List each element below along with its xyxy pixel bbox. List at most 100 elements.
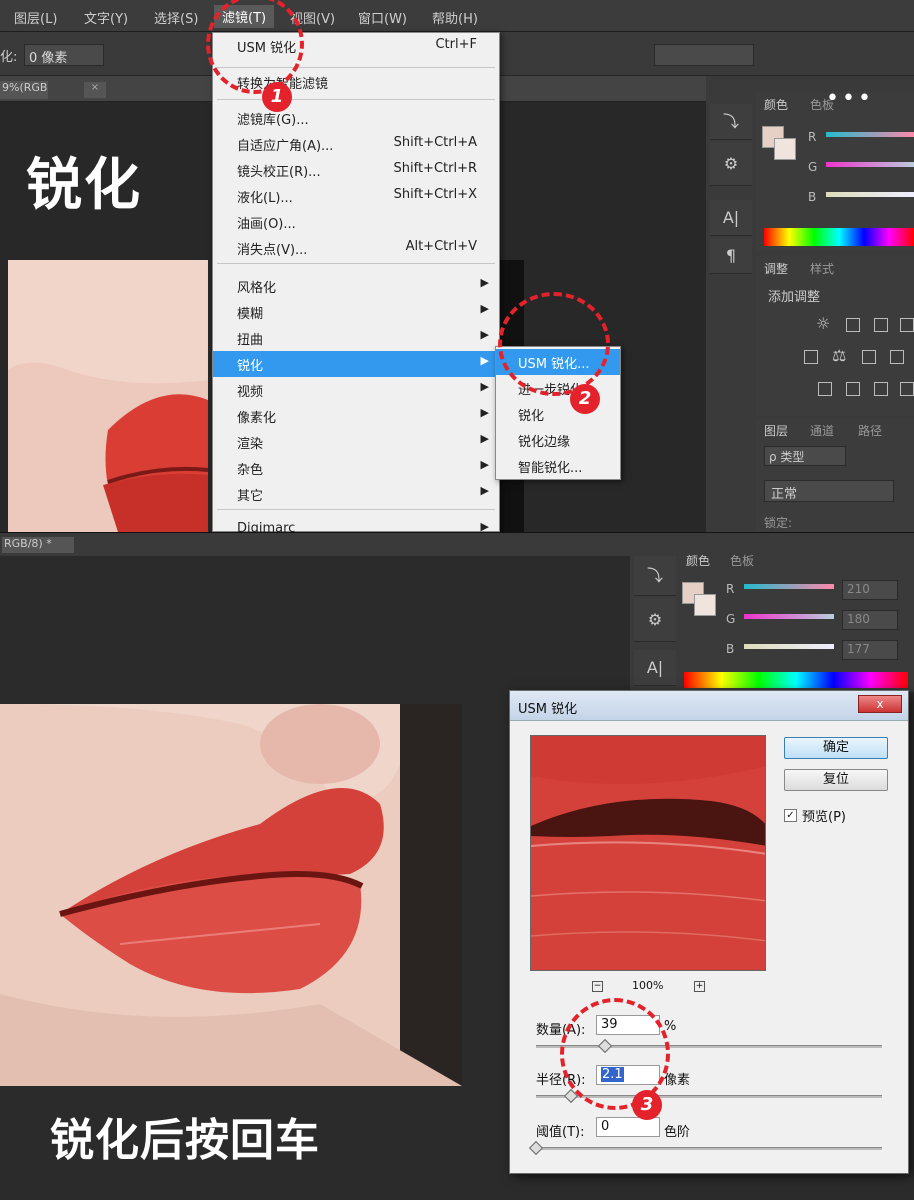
menu-layer[interactable]: 图层(L) bbox=[14, 8, 57, 27]
menu-item-adaptive-wide[interactable]: 自适应广角(A)... Shift+Ctrl+A bbox=[213, 131, 499, 157]
g-slider[interactable] bbox=[826, 162, 914, 167]
properties-icon[interactable]: ⚙ bbox=[634, 598, 676, 642]
b-value-input[interactable]: 177 bbox=[842, 640, 898, 660]
chevron-right-icon: ▶ bbox=[480, 380, 489, 393]
invert-icon[interactable] bbox=[818, 382, 832, 396]
menu-separator bbox=[217, 509, 495, 510]
menu-item-oil-paint[interactable]: 油画(O)... bbox=[213, 209, 499, 235]
black-white-icon[interactable] bbox=[862, 350, 876, 364]
dialog-titlebar: USM 锐化 x bbox=[510, 691, 908, 721]
threshold-icon[interactable] bbox=[874, 382, 888, 396]
tab-layers[interactable]: 图层 bbox=[764, 422, 788, 439]
character-icon[interactable]: A| bbox=[634, 650, 676, 686]
refine-edge-button[interactable] bbox=[654, 44, 754, 66]
step-heading: 锐化 bbox=[26, 153, 142, 218]
b-slider[interactable] bbox=[744, 644, 834, 649]
preview-checkbox[interactable]: ✓ bbox=[784, 809, 797, 822]
menu-item-video[interactable]: 视频 ▶ bbox=[213, 377, 499, 403]
menu-item-sharpen[interactable]: 锐化 ▶ bbox=[213, 351, 499, 377]
tab-styles[interactable]: 样式 bbox=[810, 260, 834, 277]
vibrance-icon[interactable] bbox=[804, 350, 818, 364]
posterize-icon[interactable] bbox=[846, 382, 860, 396]
channel-g-label: G bbox=[726, 612, 736, 626]
menu-help[interactable]: 帮助(H) bbox=[432, 8, 478, 27]
channel-b-label: B bbox=[808, 190, 817, 204]
menu-type[interactable]: 文字(Y) bbox=[84, 8, 128, 27]
color-spectrum[interactable] bbox=[764, 228, 914, 246]
submenu-item-smart-sharpen[interactable]: 智能锐化... bbox=[496, 453, 620, 479]
paragraph-icon[interactable]: ¶ bbox=[710, 238, 752, 274]
zoom-level: 100% bbox=[632, 979, 664, 992]
channel-r-label: R bbox=[808, 130, 817, 144]
ok-button[interactable]: 确定 bbox=[784, 737, 888, 759]
usm-dialog: USM 锐化 x 确定 复位 ✓ 预览(P) − 100% + 数量(A): 3… bbox=[509, 690, 909, 1174]
menu-item-stylize[interactable]: 风格化 ▶ bbox=[213, 273, 499, 299]
tab-paths[interactable]: 路径 bbox=[858, 422, 882, 439]
tab-swatches[interactable]: 色板 bbox=[730, 552, 754, 569]
document-tab-bottom[interactable]: RGB/8) * bbox=[2, 537, 74, 553]
submenu-item-sharpen-edges[interactable]: 锐化边缘 bbox=[496, 427, 620, 453]
tab-color[interactable]: 颜色 bbox=[764, 96, 788, 113]
history-icon[interactable]: ⤵ bbox=[634, 556, 676, 596]
exposure-icon[interactable] bbox=[900, 318, 914, 332]
more-icon[interactable]: ••• bbox=[826, 86, 874, 111]
submenu-item-sharpen[interactable]: 锐化 bbox=[496, 401, 620, 427]
menu-separator bbox=[217, 263, 495, 264]
menu-item-render[interactable]: 渲染 ▶ bbox=[213, 429, 499, 455]
menu-item-noise[interactable]: 杂色 ▶ bbox=[213, 455, 499, 481]
preview-area[interactable] bbox=[530, 735, 766, 971]
blend-mode-select[interactable]: 正常 bbox=[764, 480, 894, 502]
layer-kind-filter[interactable]: ρ 类型 bbox=[764, 446, 846, 466]
g-slider[interactable] bbox=[744, 614, 834, 619]
threshold-slider-track[interactable] bbox=[536, 1147, 882, 1150]
tab-close-icon[interactable]: × bbox=[84, 82, 106, 98]
r-slider[interactable] bbox=[826, 132, 914, 137]
threshold-label: 阈值(T): bbox=[536, 1125, 585, 1140]
curves-icon[interactable] bbox=[874, 318, 888, 332]
menu-item-filter-gallery[interactable]: 滤镜库(G)... bbox=[213, 105, 499, 131]
background-swatch[interactable] bbox=[774, 138, 796, 160]
menu-item-blur[interactable]: 模糊 ▶ bbox=[213, 299, 499, 325]
threshold-slider-thumb[interactable] bbox=[528, 1140, 544, 1156]
feather-input[interactable]: 0 像素 bbox=[24, 44, 104, 66]
menu-item-lens-correction[interactable]: 镜头校正(R)... Shift+Ctrl+R bbox=[213, 157, 499, 183]
character-icon[interactable]: A| bbox=[710, 200, 752, 236]
document-tab[interactable]: 9%(RGB bbox=[0, 81, 48, 99]
tab-color[interactable]: 颜色 bbox=[686, 552, 710, 569]
color-balance-icon[interactable]: ⚖ bbox=[832, 346, 846, 365]
properties-icon[interactable]: ⚙ bbox=[710, 142, 752, 186]
menu-item-vanishing-point[interactable]: 消失点(V)... Alt+Ctrl+V bbox=[213, 235, 499, 261]
background-swatch[interactable] bbox=[694, 594, 716, 616]
zoom-in-icon[interactable]: + bbox=[694, 981, 705, 992]
menu-item-other[interactable]: 其它 ▶ bbox=[213, 481, 499, 507]
menu-item-distort[interactable]: 扭曲 ▶ bbox=[213, 325, 499, 351]
chevron-right-icon: ▶ bbox=[480, 328, 489, 341]
menu-item-pixelate[interactable]: 像素化 ▶ bbox=[213, 403, 499, 429]
b-slider[interactable] bbox=[826, 192, 914, 197]
photo-filter-icon[interactable] bbox=[890, 350, 904, 364]
feather-label: 化: bbox=[0, 50, 18, 65]
dialog-title: USM 锐化 bbox=[518, 702, 578, 717]
threshold-input[interactable]: 0 bbox=[596, 1117, 660, 1137]
lock-label: 锁定: bbox=[764, 516, 793, 530]
menu-select[interactable]: 选择(S) bbox=[154, 8, 198, 27]
top-screenshot: 图层(L) 文字(Y) 选择(S) 滤镜(T) 视图(V) 窗口(W) 帮助(H… bbox=[0, 0, 914, 532]
menu-item-liquify[interactable]: 液化(L)... Shift+Ctrl+X bbox=[213, 183, 499, 209]
g-value-input[interactable]: 180 bbox=[842, 610, 898, 630]
zoom-out-icon[interactable]: − bbox=[592, 981, 603, 992]
step-heading-bottom: 锐化后按回车 bbox=[50, 1115, 320, 1166]
r-slider[interactable] bbox=[744, 584, 834, 589]
history-icon[interactable]: ⤵ bbox=[710, 104, 752, 140]
menu-item-digimarc[interactable]: Digimarc ▶ bbox=[213, 517, 499, 532]
tab-channels[interactable]: 通道 bbox=[810, 422, 834, 439]
color-spectrum[interactable] bbox=[684, 672, 908, 688]
annotation-badge-2: 2 bbox=[570, 384, 600, 414]
levels-icon[interactable] bbox=[846, 318, 860, 332]
menu-window[interactable]: 窗口(W) bbox=[358, 8, 407, 27]
gradient-map-icon[interactable] bbox=[900, 382, 914, 396]
reset-button[interactable]: 复位 bbox=[784, 769, 888, 791]
close-icon[interactable]: x bbox=[858, 695, 902, 713]
tab-adjustments[interactable]: 调整 bbox=[764, 260, 788, 277]
r-value-input[interactable]: 210 bbox=[842, 580, 898, 600]
brightness-icon[interactable]: ☼ bbox=[816, 314, 830, 333]
